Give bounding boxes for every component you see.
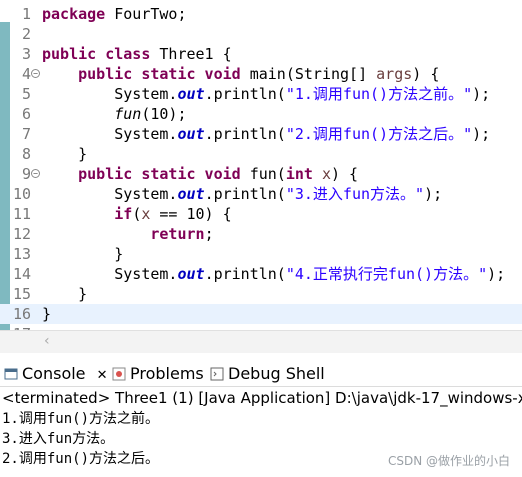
code-text: }	[42, 245, 124, 263]
tab-debug-shell[interactable]: Debug Shell	[210, 363, 325, 385]
code-line[interactable]: 1 package FourTwo;	[0, 4, 522, 24]
code-line[interactable]: 14 System.out.println("4.正常执行完fun()方法。")…	[0, 264, 522, 284]
code-line[interactable]: 5 System.out.println("1.调用fun()方法之前。");	[0, 84, 522, 104]
line-number: 16	[12, 305, 31, 323]
code-text: if(x == 10) {	[114, 205, 232, 223]
code-line[interactable]: 13 }	[0, 244, 522, 264]
line-number: 8	[21, 145, 31, 163]
line-number: 1	[21, 5, 31, 23]
console-line: 2.调用fun()方法之后。	[2, 451, 160, 467]
code-line[interactable]: 7 System.out.println("2.调用fun()方法之后。");	[0, 124, 522, 144]
line-number: 2	[21, 25, 31, 43]
code-line[interactable]: 4− public static void main(String[] args…	[0, 64, 522, 84]
code-text: System.out.println("1.调用fun()方法之前。");	[42, 85, 491, 103]
scroll-left-icon[interactable]: ‹	[44, 333, 50, 349]
fold-toggle-icon[interactable]: −	[31, 69, 40, 78]
tab-debug-shell-label: Debug Shell	[228, 364, 325, 383]
code-line[interactable]: 12 return;	[0, 224, 522, 244]
code-line[interactable]: 15 }	[0, 284, 522, 304]
line-number: 15	[12, 285, 31, 303]
code-text: public static void main(String[] args) {	[78, 65, 440, 83]
line-number: 5	[21, 85, 31, 103]
line-number: 10	[12, 185, 31, 203]
code-line[interactable]: 11 if(x == 10) {	[0, 204, 522, 224]
line-number: 12	[12, 225, 31, 243]
view-tab-bar: Console ✕ Problems Debug Shell	[0, 360, 522, 387]
code-text: public static void fun(int x) {	[78, 165, 359, 183]
problems-icon	[112, 367, 126, 381]
code-text: System.out.println("4.正常执行完fun()方法。");	[42, 265, 506, 283]
close-icon[interactable]: ✕	[97, 368, 108, 383]
console-status-line: <terminated> Three1 (1) [Java Applicatio…	[2, 389, 522, 407]
tab-problems[interactable]: Problems	[112, 363, 204, 385]
line-number: 7	[21, 125, 31, 143]
debug-shell-icon	[210, 367, 224, 381]
code-text: }	[42, 285, 88, 303]
console-line: 3.进入fun方法。	[2, 431, 115, 447]
console-line: 1.调用fun()方法之前。	[2, 411, 160, 427]
code-text: }	[42, 145, 88, 163]
fold-toggle-icon[interactable]: −	[31, 169, 40, 178]
code-line[interactable]: 2	[0, 24, 522, 44]
code-line[interactable]: 8 }	[0, 144, 522, 164]
code-text: public class Three1 {	[42, 45, 232, 63]
line-number: 3	[21, 45, 31, 63]
code-text: return;	[150, 225, 214, 243]
code-text: System.out.println("2.调用fun()方法之后。");	[42, 125, 491, 143]
line-number: 4	[21, 65, 31, 83]
code-text: }	[42, 305, 52, 323]
code-line[interactable]: 10 System.out.println("3.进入fun方法。");	[0, 184, 522, 204]
code-line[interactable]: 6 fun(10);	[0, 104, 522, 124]
tab-console-label: Console	[22, 364, 86, 383]
line-number: 13	[12, 245, 31, 263]
code-text: System.out.println("3.进入fun方法。");	[42, 185, 443, 203]
horizontal-scrollbar[interactable]: ‹	[0, 330, 522, 353]
line-number: 6	[21, 105, 31, 123]
watermark: CSDN @做作业的小白	[387, 454, 510, 468]
code-editor[interactable]: 1 package FourTwo; 2 3 public class Three1 {…	[0, 0, 522, 330]
tab-console[interactable]: Console ✕	[4, 363, 108, 385]
code-text: package FourTwo;	[42, 5, 187, 23]
line-number: 9	[21, 165, 31, 183]
console-icon	[4, 368, 18, 380]
code-text: fun(10);	[114, 105, 187, 123]
line-number: 14	[12, 265, 31, 283]
tab-problems-label: Problems	[130, 364, 204, 383]
code-line[interactable]: 9− public static void fun(int x) {	[0, 164, 522, 184]
code-line[interactable]: 3 public class Three1 {	[0, 44, 522, 64]
code-line[interactable]: 16}	[0, 304, 522, 324]
line-number: 11	[12, 205, 31, 223]
